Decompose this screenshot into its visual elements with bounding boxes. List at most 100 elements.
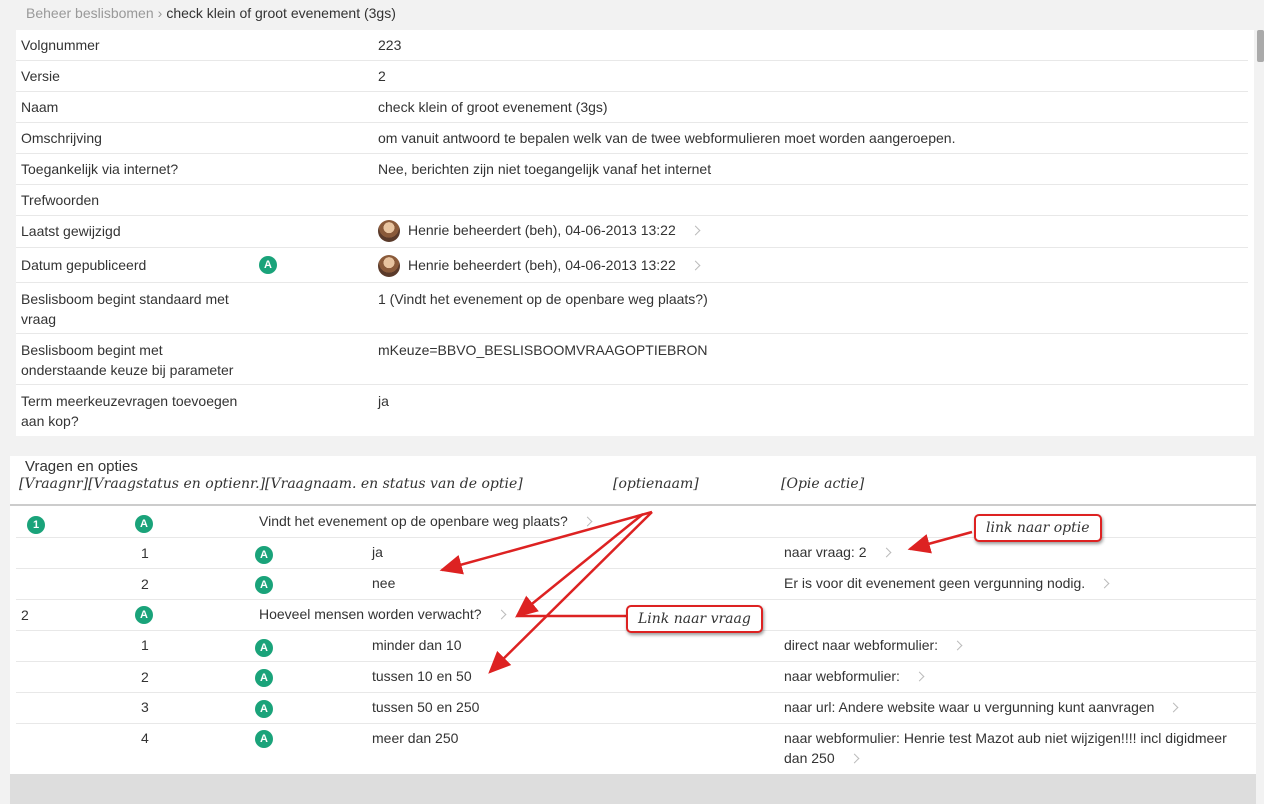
option-name: tussen 10 en 50	[372, 668, 472, 684]
option-name: minder dan 10	[372, 637, 462, 653]
property-row-volgnummer: Volgnummer 223	[16, 30, 1248, 61]
property-value: om vanuit antwoord te bepalen welk van d…	[378, 130, 956, 146]
chevron-right-icon	[1099, 578, 1110, 589]
chevron-right-icon	[849, 753, 860, 764]
property-label: Laatst gewijzigd	[21, 223, 121, 239]
option-name: meer dan 250	[372, 730, 459, 746]
status-badge: A	[255, 730, 273, 748]
option-row: 2 A tussen 10 en 50 naar webformulier:	[16, 662, 1256, 693]
user-link-text: Henrie beheerdert (beh), 04-06-2013 13:2…	[408, 222, 676, 238]
status-badge: A	[259, 256, 277, 274]
question-link[interactable]: Vindt het evenement op de openbare weg p…	[259, 511, 593, 531]
option-action-link[interactable]: Er is voor dit evenement geen vergunning…	[784, 573, 1110, 593]
property-value: mKeuze=BBVO_BESLISBOOMVRAAGOPTIEBRON	[378, 342, 708, 358]
option-action-link[interactable]: naar vraag: 2	[784, 542, 891, 562]
property-label: Toegankelijk via internet?	[21, 161, 179, 177]
property-row-laatst-gewijzigd: Laatst gewijzigd Henrie beheerdert (beh)…	[16, 216, 1248, 248]
property-row-toegankelijk: Toegankelijk via internet? Nee, berichte…	[16, 154, 1248, 185]
option-name: nee	[372, 575, 396, 591]
option-action-link[interactable]: naar webformulier:	[784, 666, 925, 686]
column-header-vraag: [Vraagnr][Vraagstatus en optienr.][Vraag…	[19, 476, 523, 492]
property-label: Omschrijving	[21, 130, 102, 146]
annotation-link-naar-vraag: Link naar vraag	[626, 605, 763, 633]
property-row-versie: Versie 2	[16, 61, 1248, 92]
breadcrumb-parent-link[interactable]: Beheer beslisbomen	[26, 5, 154, 21]
option-number: 1	[141, 637, 149, 653]
option-action-link[interactable]: naar url: Andere website waar u vergunni…	[784, 697, 1179, 717]
option-number: 1	[141, 545, 149, 561]
option-row: 4 A meer dan 250 naar webformulier: Henr…	[16, 724, 1256, 774]
property-row-naam: Naam check klein of groot evenement (3gs…	[16, 92, 1248, 123]
option-action-link[interactable]: naar webformulier: Henrie test Mazot aub…	[784, 728, 1244, 768]
user-link-text: Henrie beheerdert (beh), 04-06-2013 13:2…	[408, 257, 676, 273]
chevron-right-icon	[690, 260, 701, 271]
status-badge: A	[255, 700, 273, 718]
status-badge: A	[255, 546, 273, 564]
footer-bar	[10, 774, 1256, 804]
option-action-text: Er is voor dit evenement geen vergunning…	[784, 575, 1086, 591]
option-row: 1 A ja naar vraag: 2	[16, 538, 1256, 569]
option-action-link[interactable]: direct naar webformulier:	[784, 635, 963, 655]
property-value: 223	[378, 37, 402, 53]
question-number: 2	[21, 607, 29, 623]
chevron-right-icon	[952, 640, 963, 651]
property-value: 1 (Vindt het evenement op de openbare we…	[378, 291, 708, 307]
chevron-right-icon	[881, 547, 891, 558]
annotation-link-naar-optie: link naar optie	[974, 514, 1102, 542]
property-row-begint-parameter: Beslisboom begint met onderstaande keuze…	[16, 334, 1248, 385]
user-link[interactable]: Henrie beheerdert (beh), 04-06-2013 13:2…	[378, 220, 701, 243]
property-label: Trefwoorden	[21, 192, 100, 208]
chevron-right-icon	[914, 671, 925, 682]
question-number-badge: 1	[27, 516, 45, 534]
option-row: 2 A nee Er is voor dit evenement geen ve…	[16, 569, 1256, 600]
section-title: Vragen en opties	[25, 458, 138, 475]
breadcrumb-separator-icon: ›	[157, 5, 163, 21]
property-label: Versie	[21, 68, 60, 84]
chevron-right-icon	[690, 225, 701, 236]
option-action-text: naar url: Andere website waar u vergunni…	[784, 699, 1155, 715]
user-link[interactable]: Henrie beheerdert (beh), 04-06-2013 13:2…	[378, 255, 701, 278]
option-action-text: naar webformulier:	[784, 668, 900, 684]
question-text: Hoeveel mensen worden verwacht?	[259, 606, 482, 622]
option-number: 4	[141, 730, 149, 746]
chevron-right-icon	[496, 609, 507, 620]
option-number: 2	[141, 669, 149, 685]
property-value: check klein of groot evenement (3gs)	[378, 99, 608, 115]
option-number: 3	[141, 699, 149, 715]
column-header-optienaam: [optienaam]	[613, 476, 699, 492]
avatar	[378, 255, 400, 278]
property-row-omschrijving: Omschrijving om vanuit antwoord te bepal…	[16, 123, 1248, 154]
status-badge: A	[255, 639, 273, 657]
header-divider	[10, 504, 1256, 506]
option-number: 2	[141, 576, 149, 592]
property-label: Beslisboom begint met onderstaande keuze…	[21, 342, 234, 378]
option-name: tussen 50 en 250	[372, 699, 480, 715]
option-action-text: naar vraag: 2	[784, 544, 867, 560]
property-label: Beslisboom begint standaard met vraag	[21, 291, 229, 327]
column-header-actie: [Opie actie]	[781, 476, 865, 492]
option-action-text: naar webformulier: Henrie test Mazot aub…	[784, 730, 1227, 766]
status-badge: A	[135, 606, 153, 624]
property-row-begint-standaard: Beslisboom begint standaard met vraag 1 …	[16, 283, 1248, 334]
property-value: Nee, berichten zijn niet toegangelijk va…	[378, 161, 712, 177]
status-badge: A	[255, 576, 273, 594]
property-row-datum-gepubliceerd: Datum gepubliceerd A Henrie beheerdert (…	[16, 248, 1248, 283]
question-link[interactable]: Hoeveel mensen worden verwacht?	[259, 604, 507, 624]
property-value: 2	[378, 68, 386, 84]
avatar	[378, 220, 400, 243]
property-label: Term meerkeuzevragen toevoegen aan kop?	[21, 393, 238, 429]
property-row-term-meerkeuze: Term meerkeuzevragen toevoegen aan kop? …	[16, 385, 1248, 435]
status-badge: A	[135, 515, 153, 533]
question-text: Vindt het evenement op de openbare weg p…	[259, 513, 568, 529]
option-name: ja	[372, 544, 383, 560]
option-row: 1 A minder dan 10 direct naar webformuli…	[16, 631, 1256, 662]
property-value: ja	[378, 393, 389, 409]
chevron-right-icon	[1169, 702, 1179, 713]
property-label: Naam	[21, 99, 59, 115]
option-row: 3 A tussen 50 en 250 naar url: Andere we…	[16, 693, 1256, 724]
property-row-trefwoorden: Trefwoorden	[16, 185, 1248, 216]
scrollbar-thumb[interactable]	[1257, 30, 1264, 62]
property-label: Datum gepubliceerd	[21, 257, 147, 273]
option-action-text: direct naar webformulier:	[784, 637, 939, 653]
property-label: Volgnummer	[21, 37, 100, 53]
